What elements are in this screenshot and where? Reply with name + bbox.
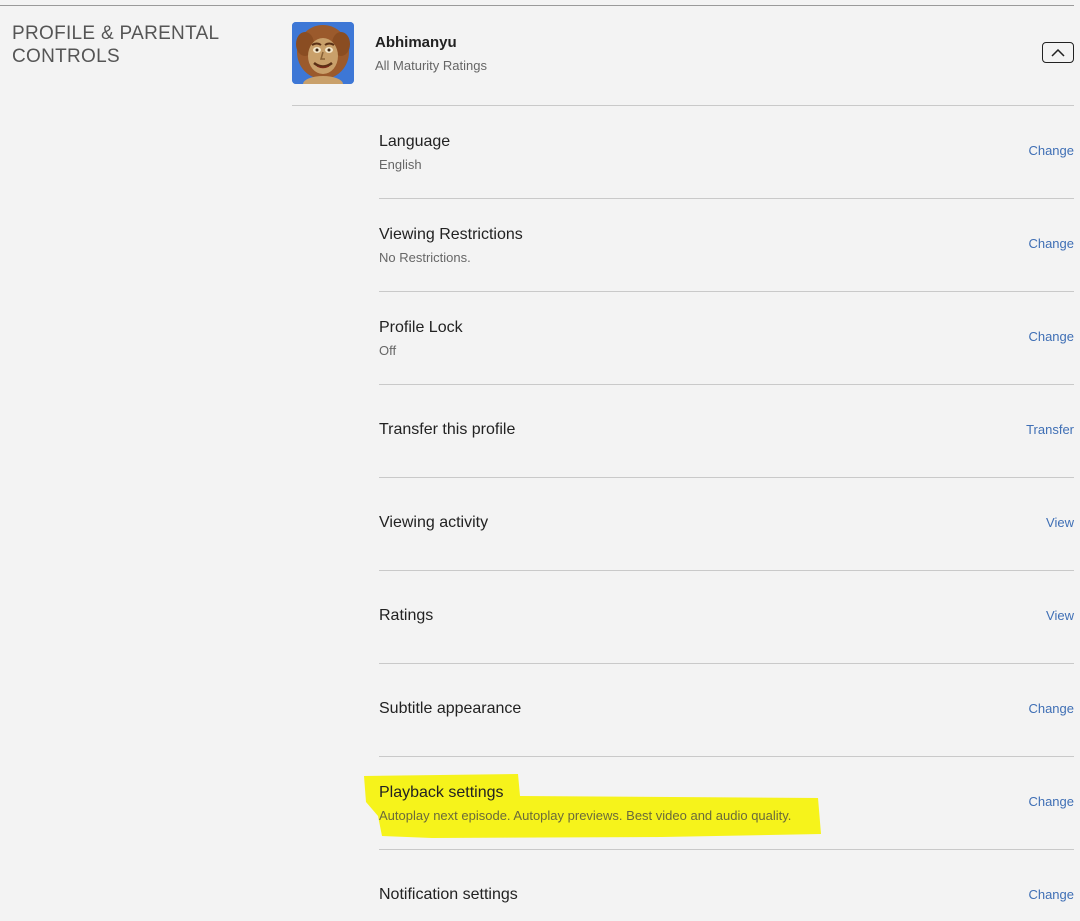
account-page: PROFILE & PARENTAL CONTROLS Abhimanyu Al… [0,0,1080,921]
settings-row-transfer-profile[interactable]: Transfer this profile Transfer [379,385,1074,478]
profile-settings-list: Language English Change Viewing Restrict… [379,106,1074,921]
settings-row-viewing-restrictions[interactable]: Viewing Restrictions No Restrictions. Ch… [379,199,1074,292]
transfer-profile-link[interactable]: Transfer [1026,422,1074,437]
settings-row-subtitle-appearance[interactable]: Subtitle appearance Change [379,664,1074,757]
settings-row-ratings[interactable]: Ratings View [379,571,1074,664]
settings-row-profile-lock[interactable]: Profile Lock Off Change [379,292,1074,385]
top-divider [0,5,1074,6]
row-title: Viewing activity [379,514,489,531]
cartoon-character-avatar-icon [292,22,354,84]
settings-row-language[interactable]: Language English Change [379,106,1074,199]
section-title-line-2: CONTROLS [12,46,120,67]
row-title: Language [379,133,451,150]
chevron-up-icon [1051,48,1065,57]
playback-settings-change-link[interactable]: Change [1028,794,1074,809]
collapse-profile-button[interactable] [1042,42,1074,63]
section-title: PROFILE & PARENTAL CONTROLS [12,22,272,68]
viewing-activity-view-link[interactable]: View [1046,515,1074,530]
profile-maturity-rating: All Maturity Ratings [375,58,487,73]
row-value: English [379,157,422,172]
row-title: Subtitle appearance [379,700,522,717]
settings-row-playback-settings[interactable]: Playback settings Autoplay next episode.… [379,757,1074,850]
profile-header[interactable]: Abhimanyu All Maturity Ratings [292,22,1074,85]
viewing-restrictions-change-link[interactable]: Change [1028,236,1074,251]
profile-name: Abhimanyu [375,34,457,51]
row-title: Profile Lock [379,319,463,336]
row-title: Transfer this profile [379,421,516,438]
settings-row-viewing-activity[interactable]: Viewing activity View [379,478,1074,571]
row-value: Off [379,343,397,358]
avatar [292,22,354,84]
notification-settings-change-link[interactable]: Change [1028,887,1074,902]
language-change-link[interactable]: Change [1028,143,1074,158]
row-title: Ratings [379,607,434,624]
ratings-view-link[interactable]: View [1046,608,1074,623]
row-title: Viewing Restrictions [379,226,523,243]
row-title: Notification settings [379,886,518,903]
section-title-line-1: PROFILE & PARENTAL [12,23,220,44]
row-value: No Restrictions. [379,250,471,265]
settings-row-notification-settings[interactable]: Notification settings Change [379,850,1074,921]
subtitle-appearance-change-link[interactable]: Change [1028,701,1074,716]
row-value: Autoplay next episode. Autoplay previews… [379,808,792,823]
profile-lock-change-link[interactable]: Change [1028,329,1074,344]
row-title: Playback settings [379,784,504,801]
